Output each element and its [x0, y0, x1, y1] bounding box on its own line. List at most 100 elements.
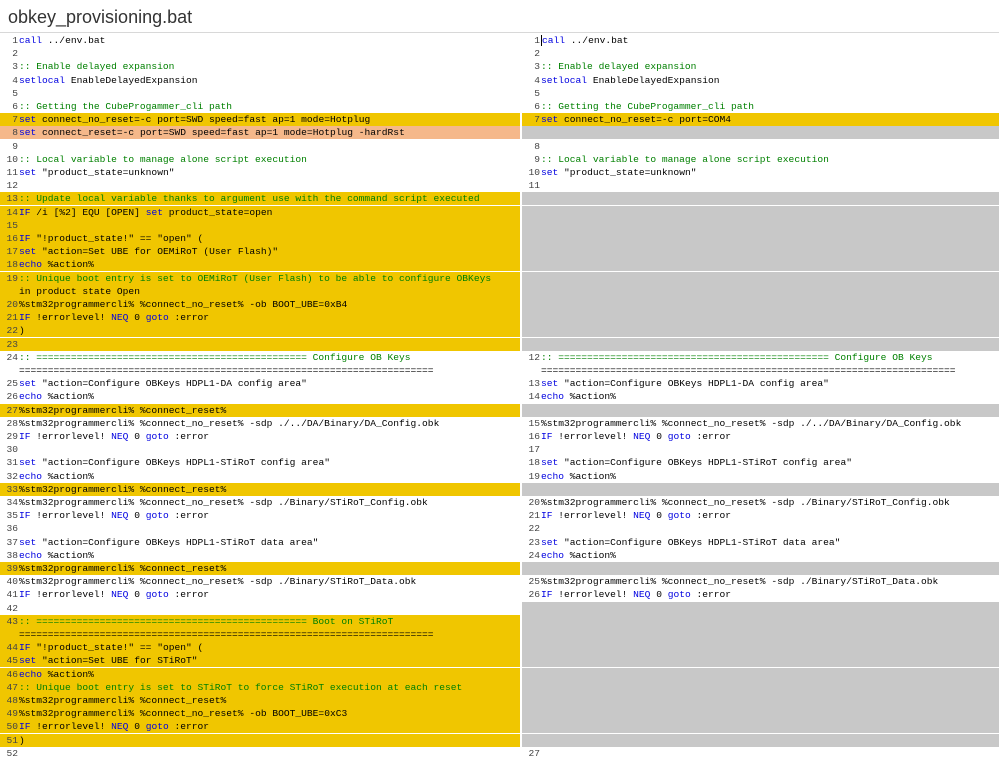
code-line[interactable]: 19:: Unique boot entry is set to OEMiRoT… — [0, 271, 520, 285]
code-line[interactable] — [522, 271, 999, 285]
code-line[interactable]: 29 IF !errorlevel! NEQ 0 goto :error — [0, 430, 520, 443]
code-line[interactable]: 18 echo %action% — [0, 258, 520, 272]
code-line[interactable]: ========================================… — [0, 364, 520, 377]
code-line[interactable]: 17 — [522, 443, 999, 456]
code-line[interactable]: 46 echo %action% — [0, 667, 520, 681]
code-line[interactable]: 37 set "action=Configure OBKeys HDPL1-STi… — [0, 536, 520, 549]
code-line[interactable]: 4 setlocal EnableDelayedExpansion — [0, 74, 520, 87]
code-line[interactable] — [522, 707, 999, 721]
code-line[interactable]: 20 %stm32programmercli% %connect_no_reset… — [0, 298, 520, 311]
code-line[interactable]: 26 IF !errorlevel! NEQ 0 goto :error — [522, 588, 999, 601]
code-line[interactable]: 24:: ===================================… — [0, 351, 520, 364]
code-line[interactable]: 1 call ../env.bat — [522, 34, 999, 47]
code-line[interactable] — [522, 126, 999, 140]
code-line[interactable] — [522, 733, 999, 747]
code-line[interactable]: 25 %stm32programmercli% %connect_no_reset… — [522, 575, 999, 588]
code-line[interactable]: 5 — [522, 87, 999, 100]
code-line[interactable]: 14 IF /i [%2] EQU [OPEN] set product_stat… — [0, 205, 520, 219]
code-line[interactable]: ========================================… — [522, 364, 999, 377]
code-line[interactable] — [522, 258, 999, 272]
code-line[interactable]: 23 — [0, 337, 520, 351]
code-line[interactable]: 4 setlocal EnableDelayedExpansion — [522, 74, 999, 87]
code-line[interactable]: 27 %stm32programmercli% %connect_reset% — [0, 403, 520, 417]
code-line[interactable]: 7 set connect_no_reset=-c port=SWD speed=… — [0, 113, 520, 127]
code-line[interactable] — [522, 654, 999, 668]
code-line[interactable]: 13:: Update local variable thanks to arg… — [0, 192, 520, 206]
code-line[interactable]: 7 set connect_no_reset=-c port=COM4 — [522, 113, 999, 127]
code-line[interactable]: 21 IF !errorlevel! NEQ 0 goto :error — [522, 509, 999, 522]
code-line[interactable]: 31 set "action=Configure OBKeys HDPL1-STi… — [0, 456, 520, 469]
code-line[interactable]: 33 %stm32programmercli% %connect_reset% — [0, 482, 520, 496]
code-line[interactable]: 9:: Local variable to manage alone scrip… — [522, 153, 999, 166]
code-line[interactable]: 49 %stm32programmercli% %connect_no_reset… — [0, 707, 520, 721]
code-line[interactable] — [522, 641, 999, 655]
code-line[interactable]: 18 set "action=Configure OBKeys HDPL1-STi… — [522, 456, 999, 469]
code-line[interactable] — [522, 337, 999, 351]
code-line[interactable] — [522, 324, 999, 338]
code-line[interactable]: 15 %stm32programmercli% %connect_no_reset… — [522, 417, 999, 430]
code-line[interactable] — [522, 403, 999, 417]
code-line[interactable]: in product state Open — [0, 284, 520, 298]
code-line[interactable]: 39 %stm32programmercli% %connect_reset% — [0, 562, 520, 575]
code-line[interactable]: 26 echo %action% — [0, 390, 520, 403]
code-line[interactable]: 16 IF !errorlevel! NEQ 0 goto :error — [522, 430, 999, 443]
code-line[interactable]: 44 IF "!product_state!" == "open" ( — [0, 641, 520, 655]
code-line[interactable]: 5 — [0, 87, 520, 100]
code-line[interactable]: 11 — [522, 179, 999, 192]
code-line[interactable]: 48 %stm32programmercli% %connect_reset% — [0, 694, 520, 707]
code-line[interactable]: 3:: Enable delayed expansion — [0, 60, 520, 73]
code-line[interactable]: 9 — [0, 140, 520, 153]
code-line[interactable]: 22 — [522, 522, 999, 535]
code-line[interactable] — [522, 628, 999, 641]
code-line[interactable]: 16 IF "!product_state!" == "open" ( — [0, 232, 520, 245]
code-line[interactable]: 1 call ../env.bat — [0, 34, 520, 47]
code-line[interactable]: 14 echo %action% — [522, 390, 999, 403]
code-line[interactable] — [522, 680, 999, 694]
code-line[interactable] — [522, 232, 999, 245]
code-line[interactable]: 50 IF !errorlevel! NEQ 0 goto :error — [0, 720, 520, 734]
code-line[interactable] — [522, 298, 999, 311]
code-line[interactable]: 2 — [0, 47, 520, 60]
code-line[interactable]: 47:: Unique boot entry is set to STiRoT … — [0, 680, 520, 694]
code-line[interactable]: 20 %stm32programmercli% %connect_no_reset… — [522, 496, 999, 509]
code-line[interactable] — [522, 562, 999, 575]
code-line[interactable] — [522, 614, 999, 628]
code-line[interactable] — [522, 311, 999, 325]
code-line[interactable]: 17 set "action=Set UBE for OEMiRoT (User … — [0, 245, 520, 259]
code-line[interactable]: 40 %stm32programmercli% %connect_no_reset… — [0, 575, 520, 588]
code-line[interactable]: 10:: Local variable to manage alone scri… — [0, 153, 520, 166]
code-line[interactable]: 12:: ===================================… — [522, 351, 999, 364]
code-line[interactable]: 11 set "product_state=unknown" — [0, 166, 520, 179]
code-line[interactable]: 13 set "action=Configure OBKeys HDPL1-DA … — [522, 377, 999, 390]
code-line[interactable]: 19 echo %action% — [522, 470, 999, 483]
code-line[interactable]: 36 — [0, 522, 520, 535]
code-line[interactable]: 32 echo %action% — [0, 470, 520, 483]
code-line[interactable]: 2 — [522, 47, 999, 60]
code-line[interactable] — [522, 284, 999, 298]
code-line[interactable] — [522, 667, 999, 681]
code-line[interactable]: 24 echo %action% — [522, 549, 999, 562]
code-line[interactable]: 12 — [0, 179, 520, 192]
code-line[interactable]: 45 set "action=Set UBE for STiRoT" — [0, 654, 520, 668]
code-line[interactable] — [522, 482, 999, 496]
code-line[interactable] — [522, 192, 999, 206]
code-line[interactable] — [522, 245, 999, 259]
code-line[interactable]: 28 %stm32programmercli% %connect_no_reset… — [0, 417, 520, 430]
code-line[interactable] — [522, 601, 999, 615]
left-diff-pane[interactable]: 1 call ../env.bat 2 3:: Enable delayed expa… — [0, 34, 520, 759]
code-line[interactable]: 10 set "product_state=unknown" — [522, 166, 999, 179]
code-line[interactable] — [522, 205, 999, 219]
code-line[interactable]: 15 — [0, 218, 520, 232]
code-line[interactable]: 3:: Enable delayed expansion — [522, 60, 999, 73]
right-diff-pane[interactable]: 1 call ../env.bat 2 3:: Enable delayed expa… — [522, 34, 999, 759]
code-line[interactable] — [522, 720, 999, 734]
code-line[interactable]: 22) — [0, 324, 520, 338]
code-line[interactable]: 23 set "action=Configure OBKeys HDPL1-STi… — [522, 536, 999, 549]
code-line[interactable]: 41 IF !errorlevel! NEQ 0 goto :error — [0, 588, 520, 601]
code-line[interactable]: 25 set "action=Configure OBKeys HDPL1-DA … — [0, 377, 520, 390]
code-line[interactable]: 6:: Getting the CubeProgammer_cli path — [0, 100, 520, 113]
code-line[interactable]: 8 — [522, 140, 999, 153]
code-line[interactable]: ========================================… — [0, 628, 520, 641]
code-line[interactable]: 51) — [0, 733, 520, 747]
code-line[interactable]: 21 IF !errorlevel! NEQ 0 goto :error — [0, 311, 520, 325]
